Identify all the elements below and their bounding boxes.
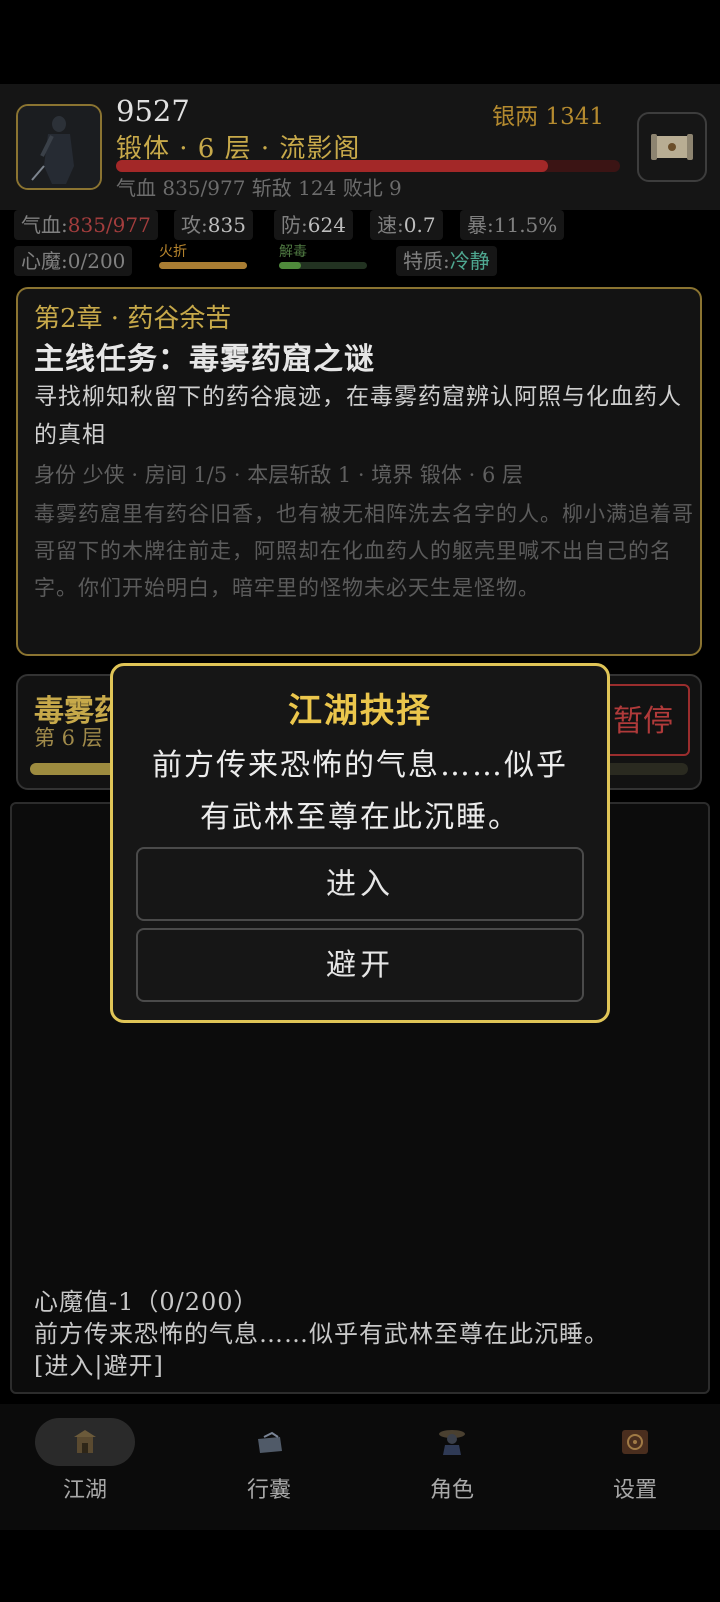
bag-icon <box>258 1431 282 1453</box>
nav-item-bag[interactable]: 行囊 <box>209 1418 329 1504</box>
defense-label: 防: <box>281 213 308 237</box>
attack-chip: 攻:835 <box>174 210 253 240</box>
character-icon <box>439 1430 465 1455</box>
fire-bar <box>159 262 247 269</box>
quest-meta: 身份 少侠 · 房间 1/5 · 本层斩敌 1 · 境界 锻体 · 6 层 <box>34 463 523 487</box>
defense-chip: 防:624 <box>274 210 353 240</box>
log-line: [进入|避开] <box>34 1352 164 1380</box>
swordsman-icon <box>18 106 100 188</box>
jianghu-icon <box>74 1430 96 1453</box>
scroll-button[interactable] <box>637 112 707 182</box>
hp-chip-label: 气血: <box>21 213 68 237</box>
dialog-message: 前方传来恐怖的气息……似乎有武林至尊在此沉睡。 <box>152 748 568 835</box>
antidote-item: 解毒 <box>272 244 374 278</box>
demon-value: 0/200 <box>67 249 126 273</box>
trait-value: 冷静 <box>449 249 490 273</box>
quest-story: 毒雾药窟里有药谷旧香，也有被无相阵洗去名字的人。柳小满追着哥哥留下的木牌往前走，… <box>34 502 694 600</box>
avoid-button[interactable]: 避开 <box>136 928 584 1002</box>
gesture-bar-area <box>0 1530 720 1602</box>
pause-button[interactable]: 暂停 <box>596 684 690 756</box>
hp-chip-value: 835/977 <box>67 213 151 237</box>
nav-pill <box>402 1418 502 1466</box>
nav-label: 江湖 <box>62 1478 107 1503</box>
quest-chapter: 第2章 · 药谷余苦 <box>34 304 232 334</box>
log-line: 前方传来恐怖的气息……似乎有武林至尊在此沉睡。 <box>34 1320 609 1348</box>
nav-item-character[interactable]: 角色 <box>392 1418 512 1504</box>
attack-value: 835 <box>207 213 246 237</box>
enter-button[interactable]: 进入 <box>136 847 584 921</box>
antidote-bar <box>279 262 367 269</box>
nav-label: 设置 <box>612 1478 657 1503</box>
dialog-title: 江湖抉择 <box>288 691 432 731</box>
speed-label: 速: <box>377 213 404 237</box>
settings-icon <box>622 1430 648 1454</box>
quest-title: 主线任务：毒雾药窟之谜 <box>34 342 375 377</box>
trait-label: 特质: <box>403 249 450 273</box>
demon-chip: 心魔:0/200 <box>14 246 133 276</box>
nav-item-settings[interactable]: 设置 <box>575 1418 695 1504</box>
log-line: 心魔值-1（0/200） <box>34 1288 259 1316</box>
player-name: 9527 <box>116 94 190 128</box>
quest-description: 寻找柳知秋留下的药谷痕迹，在毒雾药窟辨认阿照与化血药人的真相 <box>34 384 682 448</box>
antidote-label: 解毒 <box>279 244 307 260</box>
dungeon-floor: 第 6 层 <box>34 726 103 750</box>
status-bar-area <box>0 0 720 84</box>
demon-label: 心魔: <box>21 249 68 273</box>
fire-label: 火折 <box>159 244 187 260</box>
player-avatar[interactable] <box>16 104 102 190</box>
speed-chip: 速:0.7 <box>370 210 443 240</box>
attack-label: 攻: <box>181 213 208 237</box>
crit-label: 暴: <box>467 213 494 237</box>
crit-chip: 暴:11.5% <box>460 210 565 240</box>
nav-item-jianghu[interactable]: 江湖 <box>25 1418 145 1504</box>
speed-value: 0.7 <box>403 213 436 237</box>
scroll-icon <box>651 134 693 160</box>
player-summary: 气血 835/977 斩敌 124 败北 9 <box>116 176 402 200</box>
fire-item: 火折 <box>152 244 254 278</box>
defense-value: 624 <box>307 213 346 237</box>
crit-value: 11.5% <box>493 213 558 237</box>
silver-count: 银两 1341 <box>492 104 604 130</box>
trait-chip: 特质:冷静 <box>396 246 497 276</box>
nav-label: 行囊 <box>246 1478 291 1503</box>
hp-chip: 气血:835/977 <box>14 210 158 240</box>
hp-bar-fill <box>116 160 548 172</box>
nav-pill <box>585 1418 685 1466</box>
nav-label: 角色 <box>429 1478 474 1503</box>
nav-pill <box>35 1418 135 1466</box>
nav-pill <box>219 1418 319 1466</box>
